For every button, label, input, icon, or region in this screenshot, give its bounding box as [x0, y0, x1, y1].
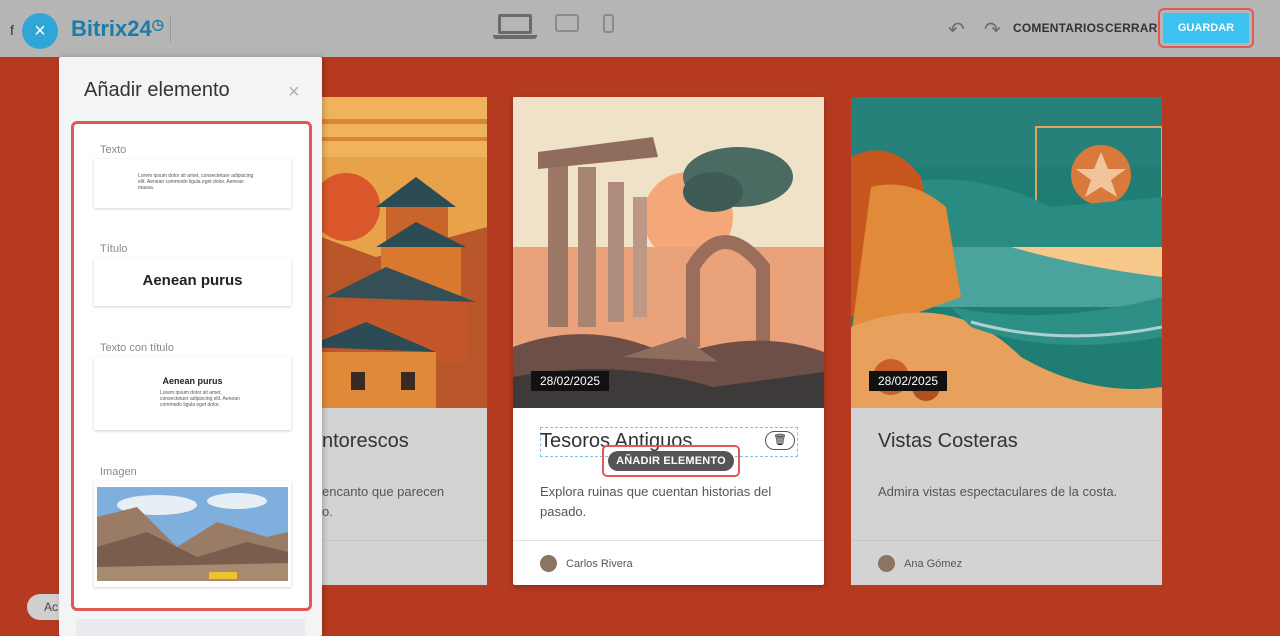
avatar	[878, 555, 895, 572]
block-text[interactable]: Lorem ipsum dolor sit amet, consectetuer…	[94, 159, 291, 208]
author-name: Ana Gómez	[904, 557, 963, 570]
add-element-button[interactable]: AÑADIR ELEMENTO	[608, 451, 734, 471]
clock-icon: ◷	[151, 16, 164, 32]
panel-bottom-strip	[76, 619, 305, 636]
close-icon[interactable]: ×	[288, 81, 300, 104]
bitrix24-logo: Bitrix24◷	[71, 16, 164, 42]
card-title: Vistas Costeras	[878, 430, 1018, 452]
card-image	[851, 97, 1162, 408]
mobile-view-icon[interactable]	[603, 14, 614, 33]
card-2[interactable]: 28/02/2025 Tesoros Antiguos 🗑 AÑADIR ELE…	[513, 97, 824, 585]
delete-icon[interactable]: 🗑	[765, 431, 795, 450]
logo-divider	[170, 16, 171, 42]
block-image[interactable]	[94, 481, 291, 587]
card-date: 28/02/2025	[869, 371, 948, 391]
save-highlight: GUARDAR	[1158, 8, 1254, 48]
redo-icon[interactable]: ↷	[984, 17, 1001, 42]
card-date: 28/02/2025	[531, 371, 610, 391]
card-title: ntorescos	[322, 430, 409, 452]
partial-text: f	[10, 22, 14, 38]
card-description: Explora ruinas que cuentan historias del…	[540, 484, 772, 519]
card-divider	[513, 540, 824, 541]
card-3[interactable]: 28/02/2025 Vistas Costeras Admira vistas…	[851, 97, 1162, 585]
block-label-image: Imagen	[100, 466, 137, 478]
tablet-view-icon[interactable]	[555, 14, 579, 32]
block-sample-text: Lorem ipsum dolor sit amet, consectetuer…	[138, 173, 254, 191]
add-element-highlight: AÑADIR ELEMENTO	[602, 445, 740, 477]
card-author: Carlos Rivera	[540, 555, 633, 572]
undo-icon[interactable]: ↶	[948, 17, 965, 42]
block-label-title: Título	[100, 243, 128, 255]
mountain-image	[97, 487, 288, 581]
block-label-text: Texto	[100, 144, 127, 156]
close-editor-button[interactable]: ×	[22, 13, 58, 49]
block-title[interactable]: Aenean purus	[94, 258, 291, 306]
card-description: encanto que parecen o.	[322, 484, 445, 519]
card-image	[513, 97, 824, 408]
block-text-with-title[interactable]: Aenean purus Lorem ipsum dolor sit amet,…	[94, 357, 291, 430]
desktop-view-icon[interactable]	[493, 14, 537, 39]
close-link[interactable]: CERRAR	[1105, 21, 1158, 35]
block-heading: Aenean purus	[162, 376, 223, 386]
card-description: Admira vistas espectaculares de la costa…	[878, 484, 1118, 499]
logo-text: Bitrix24	[71, 16, 152, 41]
block-sample-text: Lorem ipsum dolor sit amet, consectetuer…	[160, 390, 240, 408]
block-label-text-with-title: Texto con título	[100, 342, 174, 354]
panel-title: Añadir elemento	[84, 79, 230, 101]
save-button[interactable]: GUARDAR	[1163, 13, 1249, 43]
card-author: Ana Gómez	[878, 555, 962, 572]
avatar	[540, 555, 557, 572]
add-element-panel: Añadir elemento × Texto Lorem ipsum dolo…	[59, 57, 322, 636]
author-name: Carlos Rivera	[566, 557, 633, 570]
block-heading: Aenean purus	[142, 272, 243, 289]
card-divider	[851, 540, 1162, 541]
editor-topbar: f × Bitrix24◷ ↶ ↷ COMENTARIOS CERRAR GUA…	[0, 0, 1280, 57]
element-list: Texto Lorem ipsum dolor sit amet, consec…	[71, 121, 312, 611]
comments-link[interactable]: COMENTARIOS	[1013, 21, 1104, 35]
